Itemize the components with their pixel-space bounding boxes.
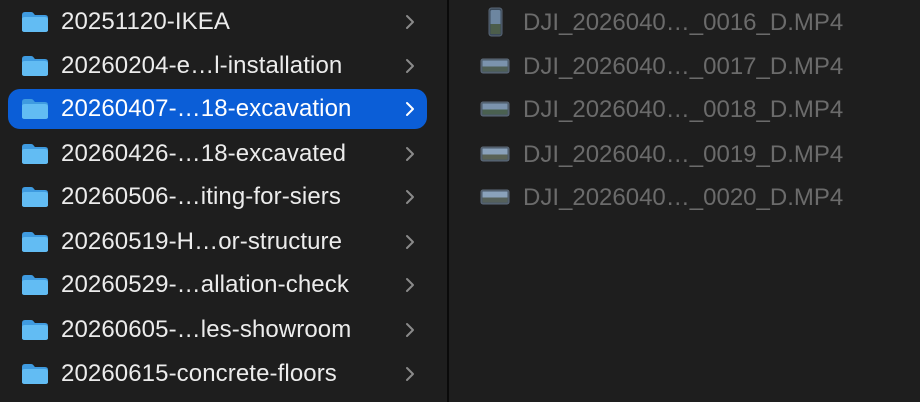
chevron-right-icon: [406, 59, 414, 73]
chevron-right-icon: [406, 235, 414, 249]
folder-icon: [22, 99, 48, 119]
video-thumbnail-landscape-icon: [480, 58, 510, 74]
file-row-1[interactable]: DJI_2026040…_0017_D.MP4: [479, 48, 909, 84]
finder-column-view: 20251120-IKEA 20260204-e…l-installation …: [0, 0, 920, 402]
chevron-right-icon: [406, 323, 414, 337]
chevron-right-icon: [406, 367, 414, 381]
video-thumbnail-landscape-icon: [480, 101, 510, 117]
file-row-0[interactable]: DJI_2026040…_0016_D.MP4: [479, 4, 909, 40]
folder-label: 20260407-…18-excavation: [61, 95, 352, 122]
file-column[interactable]: DJI_2026040…_0016_D.MP4 DJI_2026040…_001…: [449, 0, 920, 402]
folder-icon: [22, 144, 48, 164]
folder-icon: [22, 364, 48, 384]
folder-icon: [22, 12, 48, 32]
folder-label: 20260426-…18-excavated: [61, 140, 347, 167]
folder-row-2-selected[interactable]: 20260407-…18-excavation: [8, 89, 427, 129]
video-thumbnail-landscape-icon: [480, 146, 510, 162]
chevron-right-icon: [406, 147, 414, 161]
folder-row-4[interactable]: 20260506-…iting-for-siers: [8, 177, 427, 217]
folder-icon: [22, 56, 48, 76]
file-row-2[interactable]: DJI_2026040…_0018_D.MP4: [479, 91, 909, 127]
folder-row-1[interactable]: 20260204-e…l-installation: [8, 46, 427, 86]
file-label: DJI_2026040…_0016_D.MP4: [523, 9, 844, 36]
folder-row-0[interactable]: 20251120-IKEA: [8, 2, 427, 42]
folder-label: 20260529-…allation-check: [61, 271, 349, 298]
folder-row-5[interactable]: 20260519-H…or-structure: [8, 222, 427, 262]
folder-row-6[interactable]: 20260529-…allation-check: [8, 265, 427, 305]
folder-label: 20260605-…les-showroom: [61, 316, 352, 343]
file-row-4[interactable]: DJI_2026040…_0020_D.MP4: [479, 179, 909, 215]
file-row-3[interactable]: DJI_2026040…_0019_D.MP4: [479, 136, 909, 172]
video-thumbnail-portrait-icon: [488, 7, 503, 37]
folder-icon: [22, 187, 48, 207]
folder-row-3[interactable]: 20260426-…18-excavated: [8, 134, 427, 174]
chevron-right-icon: [406, 190, 414, 204]
folder-column[interactable]: 20251120-IKEA 20260204-e…l-installation …: [0, 0, 448, 402]
folder-icon: [22, 232, 48, 252]
chevron-right-icon: [406, 102, 414, 116]
file-label: DJI_2026040…_0019_D.MP4: [523, 141, 844, 168]
folder-row-7[interactable]: 20260605-…les-showroom: [8, 310, 427, 350]
folder-label: 20260519-H…or-structure: [61, 228, 343, 255]
chevron-right-icon: [406, 278, 414, 292]
folder-row-8[interactable]: 20260615-concrete-floors: [8, 354, 427, 394]
file-label: DJI_2026040…_0020_D.MP4: [523, 184, 844, 211]
folder-label: 20260615-concrete-floors: [61, 360, 337, 387]
folder-label: 20251120-IKEA: [61, 8, 230, 35]
folder-icon: [22, 275, 48, 295]
folder-icon: [22, 320, 48, 340]
folder-label: 20260204-e…l-installation: [61, 52, 343, 79]
file-label: DJI_2026040…_0017_D.MP4: [523, 53, 844, 80]
folder-label: 20260506-…iting-for-siers: [61, 183, 341, 210]
chevron-right-icon: [406, 15, 414, 29]
video-thumbnail-landscape-icon: [480, 189, 510, 205]
file-label: DJI_2026040…_0018_D.MP4: [523, 96, 844, 123]
